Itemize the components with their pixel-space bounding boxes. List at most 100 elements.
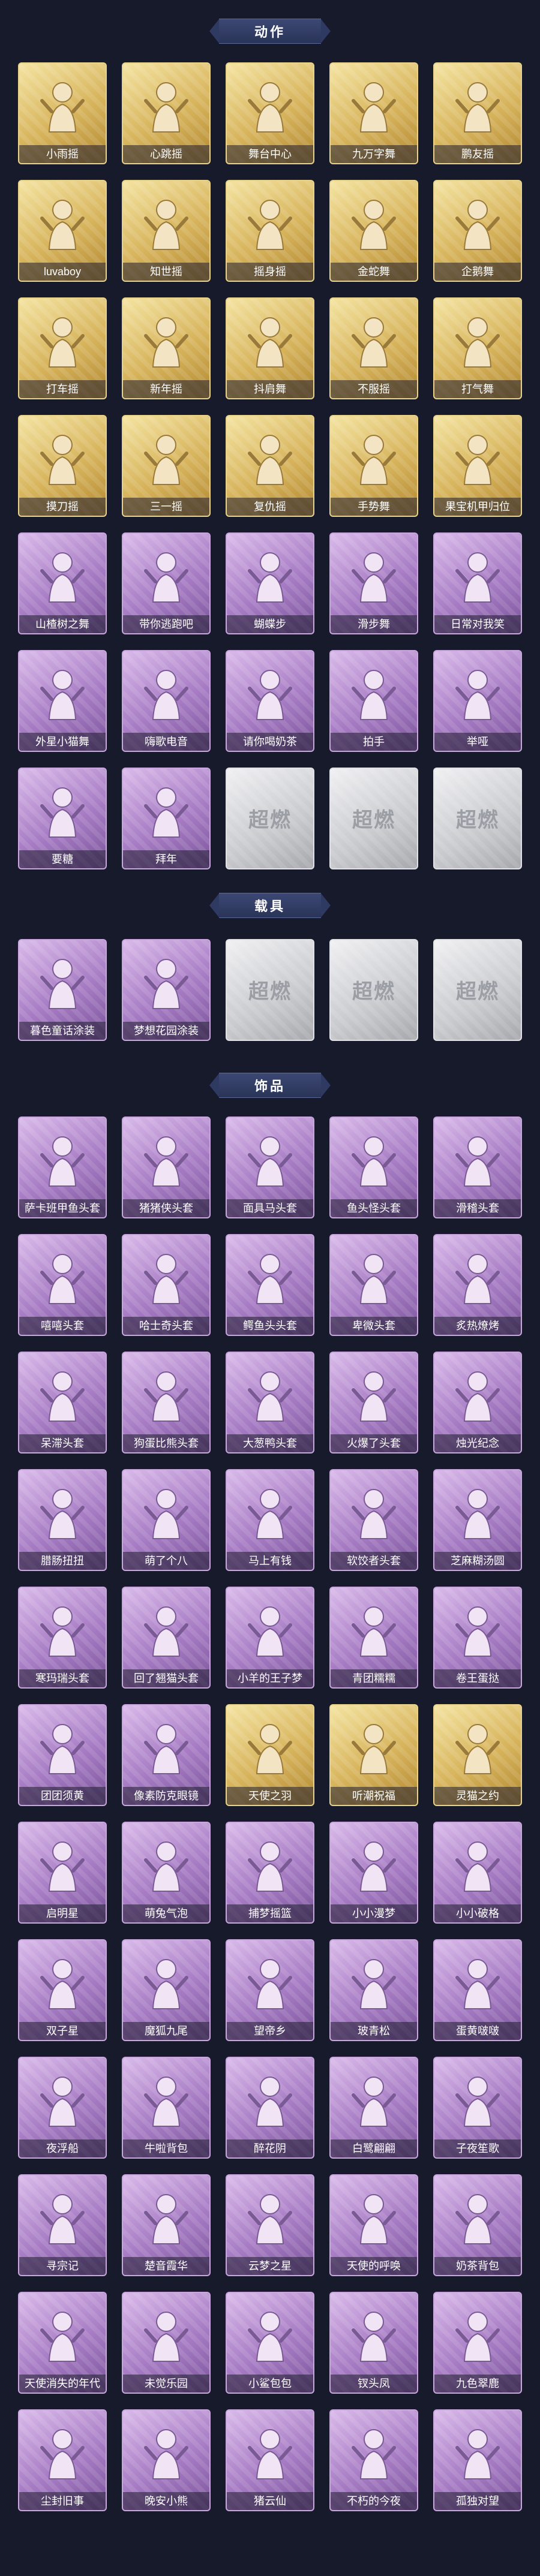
accessories-item-card[interactable]: 鱼头怪头套 <box>329 1117 418 1218</box>
accessories-item-card[interactable]: 玻青松 <box>329 1939 418 2041</box>
accessories-item-card[interactable]: 孤独对望 <box>433 2409 522 2511</box>
actions-item-card[interactable]: 新年摇 <box>122 297 211 399</box>
accessories-item-card[interactable]: 火爆了头套 <box>329 1352 418 1453</box>
accessories-item-card[interactable]: 听潮祝福 <box>329 1704 418 1806</box>
actions-item-card[interactable]: 滑步舞 <box>329 532 418 634</box>
accessories-item-card[interactable]: 天使消失的年代 <box>18 2292 107 2394</box>
accessories-item-card[interactable]: 灵猫之约 <box>433 1704 522 1806</box>
actions-item-card[interactable]: 拜年 <box>122 768 211 869</box>
accessories-item-card[interactable]: 天使的呼唤 <box>329 2174 418 2276</box>
accessories-item-card[interactable]: 炙热燎烤 <box>433 1234 522 1336</box>
accessories-item-card[interactable]: 腊肠扭扭 <box>18 1469 107 1571</box>
accessories-item-card[interactable]: 牛啦背包 <box>122 2057 211 2159</box>
accessories-item-card[interactable]: 子夜笙歌 <box>433 2057 522 2159</box>
actions-item-card[interactable]: 三一摇 <box>122 415 211 517</box>
actions-item-card[interactable]: 山楂树之舞 <box>18 532 107 634</box>
accessories-item-card[interactable]: 天使之羽 <box>226 1704 314 1806</box>
accessories-item-card[interactable]: 萌兔气泡 <box>122 1822 211 1924</box>
vehicles-item-card[interactable]: 超燃 <box>433 939 522 1041</box>
accessories-item-card[interactable]: 大葱鸭头套 <box>226 1352 314 1453</box>
accessories-item-card[interactable]: 猪猪侠头套 <box>122 1117 211 1218</box>
accessories-item-card[interactable]: 面具马头套 <box>226 1117 314 1218</box>
accessories-item-card[interactable]: 嘻嘻头套 <box>18 1234 107 1336</box>
accessories-item-card[interactable]: 望帝乡 <box>226 1939 314 2041</box>
actions-item-card[interactable]: 举哑 <box>433 650 522 752</box>
accessories-item-card[interactable]: 马上有钱 <box>226 1469 314 1571</box>
accessories-item-card[interactable]: 寒玛瑞头套 <box>18 1587 107 1689</box>
accessories-item-card[interactable]: 萨卡班甲鱼头套 <box>18 1117 107 1218</box>
accessories-item-card[interactable]: 萌了个八 <box>122 1469 211 1571</box>
accessories-item-card[interactable]: 小羊的王子梦 <box>226 1587 314 1689</box>
actions-item-card[interactable]: 超燃 <box>433 768 522 869</box>
actions-item-card[interactable]: 抖肩舞 <box>226 297 314 399</box>
actions-item-card[interactable]: luvaboy <box>18 180 107 282</box>
accessories-item-card[interactable]: 卷王蛋挞 <box>433 1587 522 1689</box>
actions-item-card[interactable]: 舞台中心 <box>226 62 314 164</box>
actions-item-card[interactable]: 蝴蝶步 <box>226 532 314 634</box>
accessories-item-card[interactable]: 呆滞头套 <box>18 1352 107 1453</box>
accessories-item-card[interactable]: 醉花阴 <box>226 2057 314 2159</box>
actions-item-card[interactable]: 超燃 <box>329 768 418 869</box>
actions-item-card[interactable]: 要糖 <box>18 768 107 869</box>
accessories-item-card[interactable]: 狗蛋比熊头套 <box>122 1352 211 1453</box>
accessories-item-card[interactable]: 滑稽头套 <box>433 1117 522 1218</box>
actions-item-card[interactable]: 拍手 <box>329 650 418 752</box>
accessories-item-card[interactable]: 双子星 <box>18 1939 107 2041</box>
actions-item-card[interactable]: 九万字舞 <box>329 62 418 164</box>
actions-item-card[interactable]: 摸刀摇 <box>18 415 107 517</box>
vehicles-item-card[interactable]: 梦想花园涂装 <box>122 939 211 1041</box>
actions-item-card[interactable]: 知世摇 <box>122 180 211 282</box>
accessories-item-card[interactable]: 芝麻糊汤圆 <box>433 1469 522 1571</box>
accessories-item-card[interactable]: 烛光纪念 <box>433 1352 522 1453</box>
actions-item-card[interactable]: 打车摇 <box>18 297 107 399</box>
actions-item-card[interactable]: 请你喝奶茶 <box>226 650 314 752</box>
accessories-item-card[interactable]: 不朽的今夜 <box>329 2409 418 2511</box>
actions-item-card[interactable]: 鹏友摇 <box>433 62 522 164</box>
vehicles-item-card[interactable]: 超燃 <box>226 939 314 1041</box>
accessories-item-card[interactable]: 卑微头套 <box>329 1234 418 1336</box>
accessories-item-card[interactable]: 蛋黄啵啵 <box>433 1939 522 2041</box>
accessories-item-card[interactable]: 未觉乐园 <box>122 2292 211 2394</box>
accessories-item-card[interactable]: 鳄鱼头头套 <box>226 1234 314 1336</box>
accessories-item-card[interactable]: 夜浮船 <box>18 2057 107 2159</box>
accessories-item-card[interactable]: 小小漫梦 <box>329 1822 418 1924</box>
actions-item-card[interactable]: 手势舞 <box>329 415 418 517</box>
actions-item-card[interactable]: 果宝机甲归位 <box>433 415 522 517</box>
accessories-item-card[interactable]: 钗头凤 <box>329 2292 418 2394</box>
accessories-item-card[interactable]: 尘封旧事 <box>18 2409 107 2511</box>
accessories-item-card[interactable]: 白鹭翩翩 <box>329 2057 418 2159</box>
accessories-item-card[interactable]: 寻宗记 <box>18 2174 107 2276</box>
accessories-item-card[interactable]: 小鲨包包 <box>226 2292 314 2394</box>
actions-item-card[interactable]: 带你逃跑吧 <box>122 532 211 634</box>
actions-item-card[interactable]: 超燃 <box>226 768 314 869</box>
accessories-item-card[interactable]: 启明星 <box>18 1822 107 1924</box>
accessories-item-card[interactable]: 捕梦摇篮 <box>226 1822 314 1924</box>
actions-item-card[interactable]: 摇身摇 <box>226 180 314 282</box>
accessories-item-card[interactable]: 像素防克眼镜 <box>122 1704 211 1806</box>
accessories-item-card[interactable]: 猪云仙 <box>226 2409 314 2511</box>
actions-item-card[interactable]: 日常对我笑 <box>433 532 522 634</box>
accessories-item-card[interactable]: 青团糯糯 <box>329 1587 418 1689</box>
accessories-item-card[interactable]: 魔狐九尾 <box>122 1939 211 2041</box>
accessories-item-card[interactable]: 晚安小熊 <box>122 2409 211 2511</box>
accessories-item-card[interactable]: 奶茶背包 <box>433 2174 522 2276</box>
vehicles-item-card[interactable]: 超燃 <box>329 939 418 1041</box>
actions-item-card[interactable]: 嗨歌电音 <box>122 650 211 752</box>
actions-item-card[interactable]: 金蛇舞 <box>329 180 418 282</box>
actions-item-card[interactable]: 小雨摇 <box>18 62 107 164</box>
actions-item-card[interactable]: 打气舞 <box>433 297 522 399</box>
accessories-item-card[interactable]: 哈士奇头套 <box>122 1234 211 1336</box>
accessories-item-card[interactable]: 回了翘猫头套 <box>122 1587 211 1689</box>
actions-item-card[interactable]: 企鹅舞 <box>433 180 522 282</box>
accessories-item-card[interactable]: 楚音霞华 <box>122 2174 211 2276</box>
accessories-item-card[interactable]: 云梦之星 <box>226 2174 314 2276</box>
accessories-item-card[interactable]: 软饺者头套 <box>329 1469 418 1571</box>
actions-item-card[interactable]: 复仇摇 <box>226 415 314 517</box>
accessories-item-card[interactable]: 小小破格 <box>433 1822 522 1924</box>
actions-item-card[interactable]: 心跳摇 <box>122 62 211 164</box>
actions-item-card[interactable]: 不服摇 <box>329 297 418 399</box>
accessories-item-card[interactable]: 团团须黄 <box>18 1704 107 1806</box>
vehicles-item-card[interactable]: 暮色童话涂装 <box>18 939 107 1041</box>
actions-item-card[interactable]: 外星小猫舞 <box>18 650 107 752</box>
accessories-item-card[interactable]: 九色翠鹿 <box>433 2292 522 2394</box>
